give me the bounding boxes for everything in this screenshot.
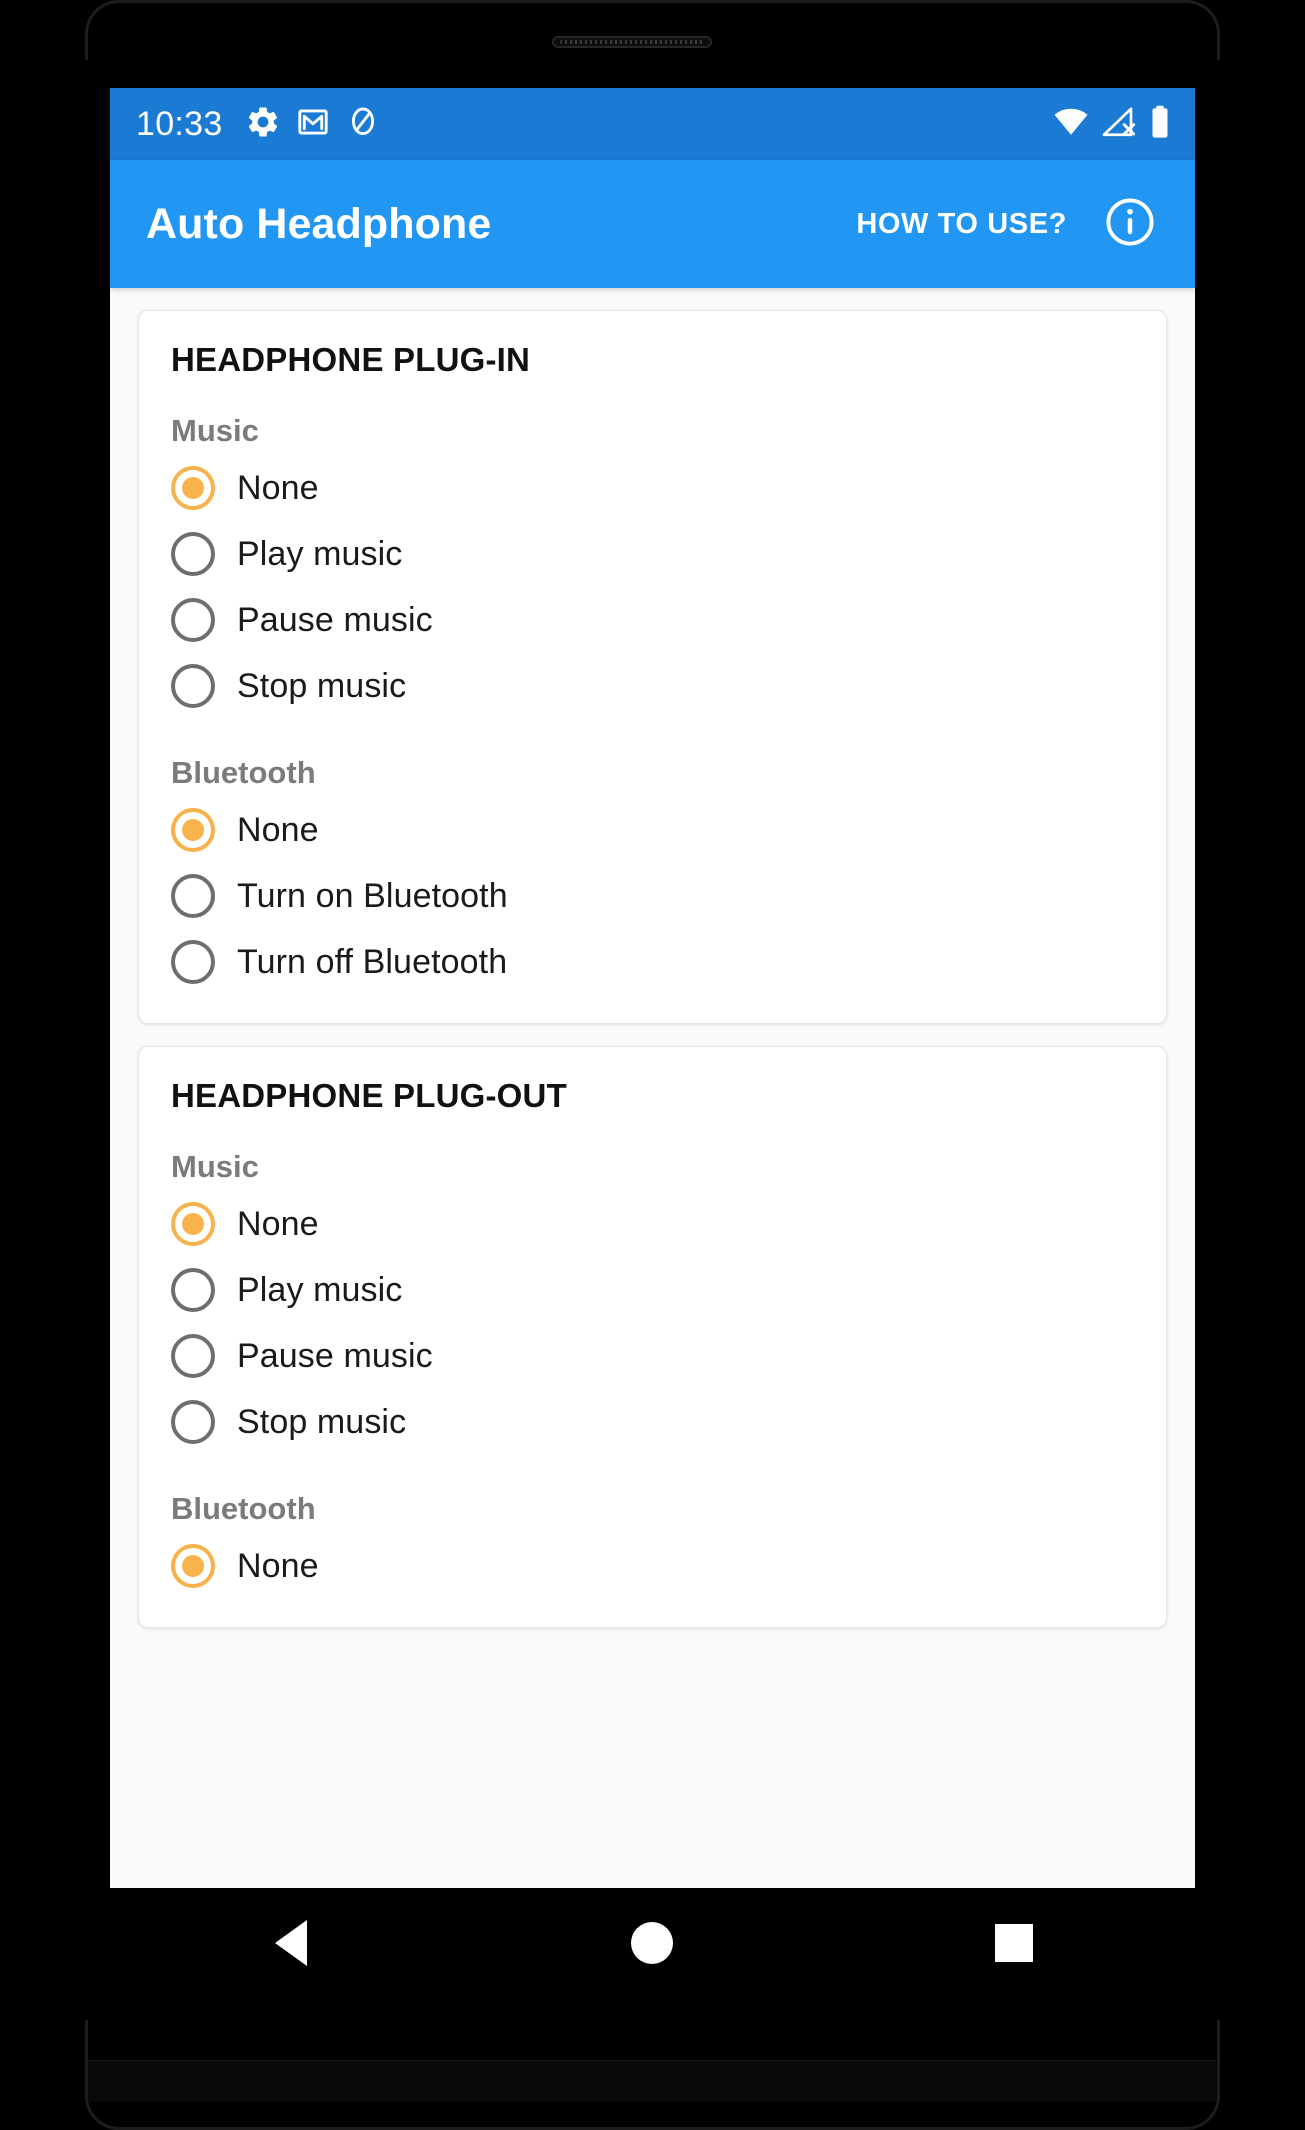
radio-option-row[interactable]: Stop music bbox=[139, 1389, 1166, 1455]
back-button[interactable] bbox=[231, 1898, 351, 1988]
card-title: HEADPHONE PLUG-OUT bbox=[171, 1077, 567, 1114]
group-label: Bluetooth bbox=[171, 755, 316, 790]
home-button[interactable] bbox=[592, 1898, 712, 1988]
radio-option-label: Stop music bbox=[237, 1402, 407, 1441]
info-circle-icon bbox=[1103, 195, 1157, 254]
group-plugin-bluetooth: Bluetooth None Turn on Bluetooth Turn of… bbox=[139, 755, 1166, 995]
radio-button-indicator[interactable] bbox=[171, 1400, 215, 1444]
card-headphone-plug-in: HEADPHONE PLUG-IN Music None Play music … bbox=[138, 310, 1167, 1024]
radio-option-label: Play music bbox=[237, 534, 403, 573]
radio-option-row[interactable]: Turn off Bluetooth bbox=[139, 929, 1166, 995]
radio-option-row[interactable]: None bbox=[139, 797, 1166, 863]
page-title: Auto Headphone bbox=[146, 199, 492, 248]
radio-option-row[interactable]: None bbox=[139, 1533, 1166, 1599]
radio-option-row[interactable]: Play music bbox=[139, 521, 1166, 587]
radio-option-label: Pause music bbox=[237, 1336, 433, 1375]
radio-button-indicator[interactable] bbox=[171, 1334, 215, 1378]
radio-button-indicator[interactable] bbox=[171, 874, 215, 918]
card-headphone-plug-out: HEADPHONE PLUG-OUT Music None Play music… bbox=[138, 1046, 1167, 1628]
settings-scroll-area[interactable]: HEADPHONE PLUG-IN Music None Play music … bbox=[110, 288, 1195, 1888]
phone-chin bbox=[88, 2060, 1217, 2102]
radio-option-label: Stop music bbox=[237, 666, 407, 705]
square-recents-icon bbox=[995, 1924, 1034, 1962]
radio-option-row[interactable]: Play music bbox=[139, 1257, 1166, 1323]
radio-option-label: Pause music bbox=[237, 600, 433, 639]
recents-button[interactable] bbox=[954, 1898, 1074, 1988]
status-bar-notification-icons bbox=[245, 104, 381, 145]
radio-option-row[interactable]: None bbox=[139, 1191, 1166, 1257]
radio-button-indicator[interactable] bbox=[171, 466, 215, 510]
radio-option-row[interactable]: Pause music bbox=[139, 587, 1166, 653]
wifi-icon bbox=[1053, 104, 1089, 145]
radio-button-indicator[interactable] bbox=[171, 598, 215, 642]
group-plugin-music: Music None Play music Pause music Stop m… bbox=[139, 413, 1166, 719]
radio-button-indicator[interactable] bbox=[171, 940, 215, 984]
do-not-disturb-icon bbox=[345, 104, 381, 145]
radio-option-row[interactable]: Turn on Bluetooth bbox=[139, 863, 1166, 929]
cell-signal-off-icon bbox=[1101, 104, 1137, 145]
radio-button-indicator[interactable] bbox=[171, 808, 215, 852]
phone-screen: 10:33 Auto Headphone HOW TO USE? HEADPHO… bbox=[110, 88, 1195, 1888]
radio-option-label: None bbox=[237, 1204, 319, 1243]
radio-button-indicator[interactable] bbox=[171, 532, 215, 576]
status-bar-clock: 10:33 bbox=[136, 105, 223, 143]
radio-button-indicator[interactable] bbox=[171, 1544, 215, 1588]
group-plugout-bluetooth: Bluetooth None bbox=[139, 1491, 1166, 1599]
battery-full-icon bbox=[1149, 104, 1171, 145]
radio-option-row[interactable]: Pause music bbox=[139, 1323, 1166, 1389]
radio-option-label: Play music bbox=[237, 1270, 403, 1309]
radio-button-indicator[interactable] bbox=[171, 1268, 215, 1312]
radio-option-label: None bbox=[237, 468, 319, 507]
device-frame: 10:33 Auto Headphone HOW TO USE? HEADPHO… bbox=[0, 0, 1305, 2130]
radio-option-row[interactable]: Stop music bbox=[139, 653, 1166, 719]
info-button[interactable] bbox=[1103, 197, 1157, 251]
radio-button-indicator[interactable] bbox=[171, 1202, 215, 1246]
circle-home-icon bbox=[631, 1922, 674, 1964]
triangle-back-icon bbox=[274, 1920, 307, 1966]
card-title: HEADPHONE PLUG-IN bbox=[171, 341, 531, 378]
status-bar: 10:33 bbox=[110, 88, 1195, 160]
group-plugout-music: Music None Play music Pause music Stop m… bbox=[139, 1149, 1166, 1455]
earpiece-speaker-grille bbox=[560, 40, 704, 44]
gmail-icon bbox=[295, 104, 331, 145]
status-bar-system-icons bbox=[1053, 104, 1171, 145]
group-label: Bluetooth bbox=[171, 1491, 316, 1526]
how-to-use-button[interactable]: HOW TO USE? bbox=[850, 198, 1073, 251]
phone-top-bezel bbox=[85, 0, 1220, 60]
radio-option-label: Turn on Bluetooth bbox=[237, 876, 508, 915]
group-label: Music bbox=[171, 413, 259, 448]
radio-option-row[interactable]: None bbox=[139, 455, 1166, 521]
radio-option-label: None bbox=[237, 1546, 319, 1585]
android-navigation-bar bbox=[110, 1888, 1195, 1998]
group-label: Music bbox=[171, 1149, 259, 1184]
gear-icon bbox=[245, 104, 281, 145]
radio-option-label: Turn off Bluetooth bbox=[237, 942, 508, 981]
radio-option-label: None bbox=[237, 810, 319, 849]
radio-button-indicator[interactable] bbox=[171, 664, 215, 708]
app-bar: Auto Headphone HOW TO USE? bbox=[110, 160, 1195, 288]
